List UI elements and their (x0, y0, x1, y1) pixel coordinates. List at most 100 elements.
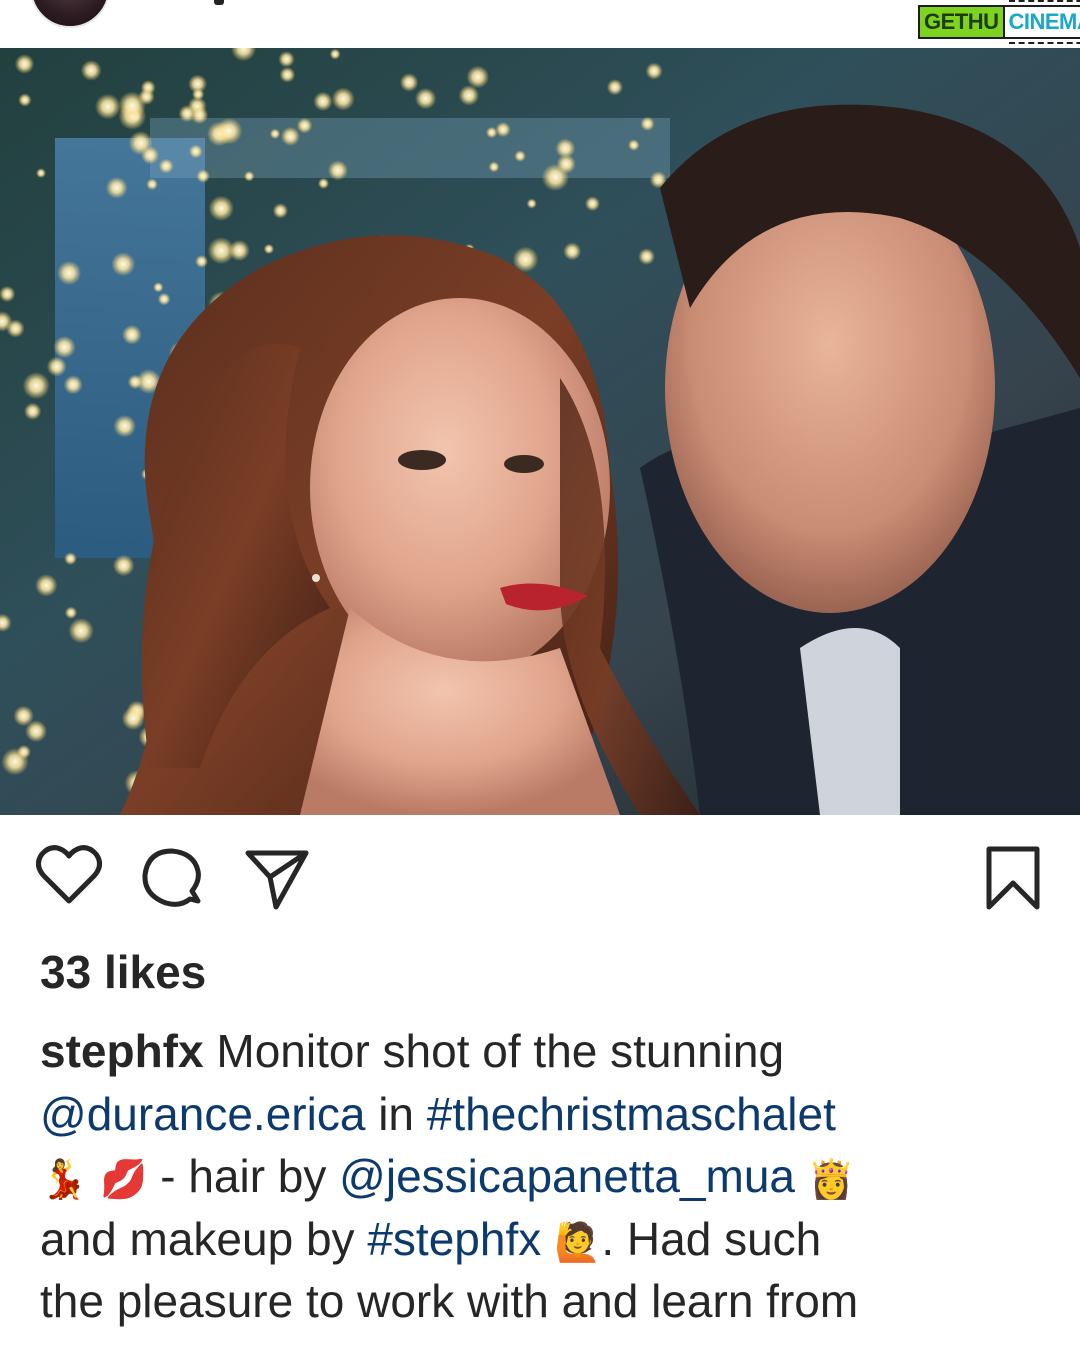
caption-text: the pleasure to work with and learn from (40, 1275, 859, 1327)
bokeh-light (158, 158, 174, 174)
bokeh-light (208, 195, 234, 221)
bokeh-light (296, 117, 313, 134)
caption-text: in (365, 1087, 427, 1140)
bokeh-light (215, 117, 243, 145)
bokeh-light (228, 239, 250, 262)
bokeh-light (64, 552, 77, 566)
bokeh-light (192, 88, 205, 101)
bokeh-light (279, 66, 296, 83)
bokeh-light (105, 176, 128, 199)
bokeh-light (121, 324, 142, 345)
bokeh-light (22, 372, 50, 400)
hashtag-link[interactable]: #stephfx (367, 1213, 541, 1265)
bokeh-light (153, 282, 164, 293)
hashtag-link[interactable]: #thechristmaschalet (427, 1088, 836, 1140)
post-header: GETHU CINEMA (0, 0, 1080, 48)
caption-text: - hair by (147, 1150, 340, 1202)
bokeh-light (640, 116, 655, 131)
bokeh-light (280, 126, 300, 146)
caption-username[interactable]: stephfx (40, 1025, 204, 1077)
bokeh-light (313, 91, 333, 112)
bokeh-light (414, 87, 437, 110)
bokeh-light (329, 48, 341, 60)
bokeh-light (46, 356, 67, 377)
bokeh-light (399, 73, 419, 92)
caption-text: Monitor shot of the stunning (203, 1025, 785, 1077)
likes-count[interactable]: 33 likes (40, 944, 206, 1000)
bokeh-light (628, 139, 640, 151)
bokeh-light (606, 79, 624, 96)
bokeh-light (63, 375, 83, 395)
bokeh-light (585, 196, 600, 212)
bokeh-light (263, 243, 275, 255)
bokeh-light (188, 144, 203, 159)
caption-text: . Had such (601, 1212, 822, 1265)
caption-line: and makeup by #stephfx 🙋. Had such (40, 1208, 1050, 1271)
raising-hand-emoji-icon: 🙋 (554, 1219, 602, 1264)
bokeh-light (317, 177, 330, 189)
bokeh-light (118, 91, 146, 120)
bokeh-light (6, 319, 25, 338)
bokeh-light (127, 374, 143, 390)
bokeh-light (645, 62, 663, 80)
bokeh-light (269, 128, 281, 140)
bokeh-light (195, 254, 209, 268)
post-caption: stephfx Monitor shot of the stunning @du… (40, 1020, 1050, 1333)
bokeh-light (327, 160, 348, 181)
bokeh-light (157, 292, 171, 306)
bokeh-light (94, 93, 121, 120)
profile-avatar[interactable] (30, 0, 110, 28)
princess-emoji-icon: 👸 (807, 1157, 856, 1201)
bokeh-light (514, 150, 526, 162)
bokeh-light (526, 198, 537, 209)
bokeh-light (53, 335, 76, 359)
caption-line: @durance.erica in #thechristmaschalet (40, 1083, 1050, 1146)
bokeh-light (36, 168, 46, 179)
watermark-logo: GETHU CINEMA (918, 0, 1080, 44)
bokeh-light (141, 146, 160, 165)
bokeh-light (35, 574, 58, 597)
bokeh-light (495, 121, 511, 138)
username-fragment (214, 0, 224, 5)
action-bar (0, 815, 1080, 935)
bokeh-light (113, 414, 136, 438)
instagram-post-page: GETHU CINEMA (0, 0, 1080, 1350)
caption-line: the pleasure to work with and learn from (40, 1270, 1050, 1333)
bokeh-light (80, 60, 102, 81)
bokeh-light (190, 106, 209, 125)
bokeh-light (563, 242, 582, 261)
bokeh-light (112, 554, 135, 577)
caption-line: 💃 💋 - hair by @jessicapanetta_mua 👸 (40, 1145, 1050, 1208)
bokeh-light (638, 248, 655, 265)
paper-plane-icon[interactable] (244, 847, 310, 911)
watermark-part-1: GETHU (918, 5, 1003, 39)
bokeh-light (25, 720, 48, 743)
bokeh-light (64, 606, 78, 619)
comment-icon[interactable] (140, 847, 204, 911)
bokeh-light (331, 87, 355, 111)
bokeh-light (18, 93, 32, 107)
bokeh-light (196, 169, 210, 183)
dancer-emoji-icon: 💃 (40, 1157, 88, 1201)
bokeh-light (111, 252, 136, 277)
bokeh-light (243, 170, 255, 182)
bookmark-icon[interactable] (984, 845, 1042, 911)
bokeh-light (278, 51, 295, 68)
bokeh-light (57, 260, 82, 286)
bokeh-light (24, 402, 42, 420)
photo-illustration (0, 48, 1080, 815)
caption-text: and makeup by (40, 1212, 368, 1265)
bokeh-light (488, 161, 500, 173)
caption-line: stephfx Monitor shot of the stunning (40, 1020, 1050, 1083)
post-photo[interactable] (0, 48, 1080, 815)
watermark-part-2: CINEMA (1002, 0, 1080, 44)
mention-link[interactable]: @durance.erica (40, 1088, 365, 1140)
bokeh-light (466, 65, 490, 89)
bokeh-light (16, 744, 31, 760)
bokeh-light (14, 54, 35, 74)
heart-icon[interactable] (36, 845, 102, 905)
mention-link[interactable]: @jessicapanetta_mua (339, 1150, 795, 1202)
bokeh-light (556, 154, 576, 174)
bokeh-light (458, 85, 480, 106)
bokeh-light (68, 618, 94, 644)
